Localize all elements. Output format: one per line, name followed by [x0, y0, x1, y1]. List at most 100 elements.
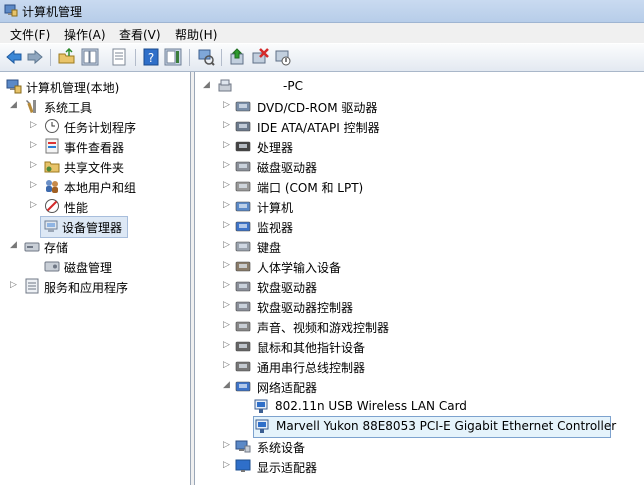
collapse-arrow-icon[interactable]: ◢	[203, 80, 212, 91]
toolbar-separator	[50, 49, 51, 66]
device-category-item[interactable]: ▷ DVD/CD-ROM 驱动器	[223, 96, 523, 116]
device-category-item[interactable]: ◢ 网络适配器	[223, 376, 523, 396]
device-category-item[interactable]: ▷ 磁盘驱动器	[223, 156, 523, 176]
expand-arrow-icon[interactable]: ▷	[223, 340, 232, 351]
dvd-drive-icon	[235, 101, 251, 112]
collapse-arrow-icon[interactable]: ◢	[223, 380, 232, 391]
device-category-item[interactable]: ▷ 通用串行总线控制器	[223, 356, 523, 376]
tree-label: 通用串行总线控制器	[257, 361, 366, 375]
hid-icon	[235, 261, 251, 272]
device-category-item[interactable]: ▷ 计算机	[223, 196, 523, 216]
menu-help[interactable]: 帮助(H)	[175, 26, 217, 43]
users-icon	[46, 180, 58, 193]
device-category-item[interactable]: ▷ 端口 (COM 和 LPT)	[223, 176, 523, 196]
menu-file[interactable]: 文件(F)	[10, 26, 50, 43]
collapse-arrow-icon[interactable]: ◢	[10, 240, 19, 251]
device-category-item[interactable]: ▷ IDE ATA/ATAPI 控制器	[223, 116, 523, 136]
tree-item-services-apps[interactable]: ▷ 服务和应用程序	[2, 276, 188, 296]
expand-arrow-icon[interactable]: ▷	[223, 440, 232, 451]
tree-label: Marvell Yukon 88E8053 PCI-E Gigabit Ethe…	[276, 419, 617, 433]
device-category-item[interactable]: ▷ 软盘驱动器	[223, 276, 523, 296]
device-category-item[interactable]: ▷ 处理器	[223, 136, 523, 156]
toolbar-separator	[135, 49, 136, 66]
expand-arrow-icon[interactable]: ▷	[223, 140, 232, 151]
ide-controller-icon	[235, 121, 251, 132]
uninstall-icon[interactable]	[251, 48, 269, 66]
device-category-item[interactable]: ▷ 鼠标和其他指针设备	[223, 336, 523, 356]
network-adapter-item-selected[interactable]: Marvell Yukon 88E8053 PCI-E Gigabit Ethe…	[253, 416, 616, 438]
device-category-item[interactable]: ▷ 软盘驱动器控制器	[223, 296, 523, 316]
network-adapter-item[interactable]: 802.11n USB Wireless LAN Card	[253, 396, 483, 416]
show-hide-tree-icon[interactable]	[81, 48, 99, 66]
floppy-controller-icon	[235, 301, 251, 312]
tree-label: -PC	[283, 79, 303, 93]
tree-item-disk-management[interactable]: 磁盘管理	[2, 256, 188, 276]
computer-icon	[235, 201, 251, 212]
expand-arrow-icon[interactable]: ▷	[223, 240, 232, 251]
action-pane-icon[interactable]	[164, 48, 182, 66]
keyboard-icon	[235, 241, 251, 252]
expand-arrow-icon[interactable]: ▷	[223, 120, 232, 131]
expand-arrow-icon[interactable]: ▷	[10, 280, 19, 291]
expand-arrow-icon[interactable]: ▷	[30, 160, 39, 171]
expand-arrow-icon[interactable]: ▷	[223, 360, 232, 371]
tree-label: 声音、视频和游戏控制器	[257, 321, 390, 335]
tree-label: 系统设备	[257, 441, 306, 455]
tree-label: 监视器	[257, 221, 294, 235]
device-category-item[interactable]: ▷ 键盘	[223, 236, 523, 256]
menu-view[interactable]: 查看(V)	[119, 26, 161, 43]
tree-item-system-tools[interactable]: ◢ 系统工具	[2, 96, 188, 116]
tree-item-performance[interactable]: ▷ 性能	[2, 196, 188, 216]
up-folder-icon[interactable]	[58, 48, 76, 66]
tree-item-storage[interactable]: ◢ 存储	[2, 236, 188, 256]
network-icon	[235, 381, 251, 392]
scan-hardware-icon[interactable]	[197, 48, 215, 66]
computer-management-icon	[4, 4, 18, 17]
tree-item-task-scheduler[interactable]: ▷ 任务计划程序	[2, 116, 188, 136]
expand-arrow-icon[interactable]: ▷	[223, 280, 232, 291]
computer-icon	[218, 79, 232, 92]
expand-arrow-icon[interactable]: ▷	[223, 180, 232, 191]
tree-label: 存储	[44, 241, 69, 255]
expand-arrow-icon[interactable]: ▷	[30, 180, 39, 191]
system-devices-icon	[235, 440, 251, 453]
forward-icon[interactable]	[26, 48, 44, 66]
device-category-display[interactable]: ▷ 显示适配器	[223, 456, 523, 476]
tree-label: 802.11n USB Wireless LAN Card	[275, 399, 467, 413]
collapse-arrow-icon[interactable]: ◢	[10, 100, 19, 111]
tree-item-device-manager[interactable]: 设备管理器	[40, 216, 128, 238]
network-adapter-icon	[255, 419, 269, 433]
expand-arrow-icon[interactable]: ▷	[223, 260, 232, 271]
disable-icon[interactable]	[274, 48, 292, 66]
tree-item-local-users[interactable]: ▷ 本地用户和组	[2, 176, 188, 196]
device-category-system[interactable]: ▷ 系统设备	[223, 436, 523, 456]
expand-arrow-icon[interactable]: ▷	[223, 460, 232, 471]
device-tree-root[interactable]: ◢ -PC	[203, 76, 633, 96]
tree-label: 服务和应用程序	[44, 281, 129, 295]
expand-arrow-icon[interactable]: ▷	[223, 320, 232, 331]
tree-item-shared-folders[interactable]: ▷ 共享文件夹	[2, 156, 188, 176]
network-adapter-icon	[254, 399, 268, 413]
tree-item-root[interactable]: 计算机管理(本地)	[2, 76, 188, 96]
expand-arrow-icon[interactable]: ▷	[223, 220, 232, 231]
menu-action[interactable]: 操作(A)	[64, 26, 106, 43]
device-category-item[interactable]: ▷ 监视器	[223, 216, 523, 236]
usb-icon	[235, 361, 251, 372]
properties-icon[interactable]	[110, 48, 128, 66]
tree-label: 本地用户和组	[64, 181, 137, 195]
expand-arrow-icon[interactable]: ▷	[223, 300, 232, 311]
update-driver-icon[interactable]	[229, 48, 247, 66]
device-category-item[interactable]: ▷ 声音、视频和游戏控制器	[223, 316, 523, 336]
tree-label: 事件查看器	[64, 141, 125, 155]
help-icon[interactable]: ?	[142, 48, 160, 66]
expand-arrow-icon[interactable]: ▷	[223, 200, 232, 211]
expand-arrow-icon[interactable]: ▷	[223, 100, 232, 111]
expand-arrow-icon[interactable]: ▷	[30, 120, 39, 131]
expand-arrow-icon[interactable]: ▷	[223, 160, 232, 171]
tree-label: 性能	[64, 201, 89, 215]
device-category-item[interactable]: ▷ 人体学输入设备	[223, 256, 523, 276]
tree-item-event-viewer[interactable]: ▷ 事件查看器	[2, 136, 188, 156]
back-icon[interactable]	[5, 48, 23, 66]
expand-arrow-icon[interactable]: ▷	[30, 140, 39, 151]
expand-arrow-icon[interactable]: ▷	[30, 200, 39, 211]
